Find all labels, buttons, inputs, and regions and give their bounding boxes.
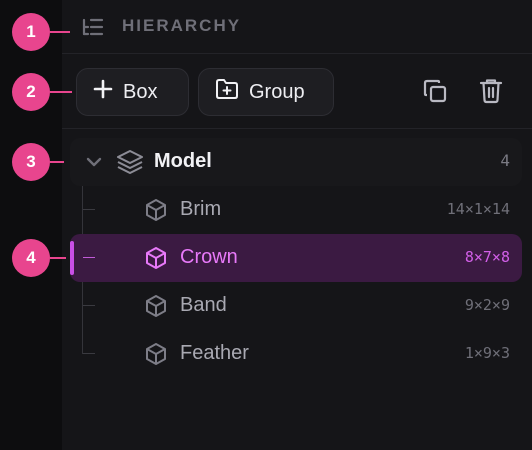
- tree-item-brim[interactable]: Brim 14×1×14: [70, 186, 522, 234]
- add-group-button[interactable]: Group: [198, 68, 334, 116]
- tree-item-band[interactable]: Band 9×2×9: [70, 282, 522, 330]
- callout-badge-1: 1: [12, 13, 50, 51]
- duplicate-button[interactable]: [420, 78, 450, 108]
- cube-icon: [144, 342, 168, 371]
- left-gutter: [0, 0, 62, 450]
- item-dimensions: 14×1×14: [446, 200, 510, 218]
- cube-icon: [144, 246, 168, 275]
- list-tree-icon: [80, 17, 106, 37]
- add-box-label: Box: [123, 80, 158, 103]
- selection-indicator: [70, 241, 74, 275]
- tree-branch: [83, 209, 95, 210]
- tree-item-crown[interactable]: Crown 8×7×8: [70, 234, 522, 282]
- item-dimensions: 1×9×3: [464, 344, 510, 362]
- item-label: Band: [180, 294, 227, 316]
- tree-branch: [83, 305, 95, 306]
- callout-badge-2: 2: [12, 73, 50, 111]
- trash-icon: [479, 78, 503, 109]
- child-count-badge: 4: [500, 151, 510, 170]
- cube-icon: [144, 294, 168, 323]
- tree-branch: [83, 257, 95, 258]
- toolbar: Box Group: [62, 55, 532, 129]
- cube-icon: [144, 198, 168, 227]
- callout-badge-4: 4: [12, 239, 50, 277]
- callout-badge-3: 3: [12, 143, 50, 181]
- callout-connector: [50, 161, 64, 163]
- callout-connector: [50, 91, 72, 93]
- item-label: Crown: [180, 246, 238, 268]
- item-label: Feather: [180, 342, 249, 364]
- delete-button[interactable]: [476, 78, 506, 108]
- plus-icon: [93, 79, 113, 105]
- chevron-down-icon[interactable]: [85, 154, 103, 175]
- panel-title: HIERARCHY: [122, 16, 242, 35]
- tree-root-model[interactable]: Model 4: [70, 138, 522, 186]
- tree-branch: [83, 353, 95, 354]
- item-label: Brim: [180, 198, 222, 220]
- model-label: Model: [154, 150, 212, 172]
- add-group-label: Group: [249, 80, 305, 103]
- add-box-button[interactable]: Box: [76, 68, 189, 116]
- callout-connector: [50, 31, 70, 33]
- tree-item-feather[interactable]: Feather 1×9×3: [70, 330, 522, 378]
- layers-icon: [116, 149, 144, 180]
- item-dimensions: 8×7×8: [464, 248, 510, 266]
- copy-icon: [422, 78, 448, 109]
- folder-plus-icon: [215, 78, 239, 106]
- panel-header: HIERARCHY: [62, 0, 532, 54]
- item-dimensions: 9×2×9: [464, 296, 510, 314]
- callout-connector: [50, 257, 66, 259]
